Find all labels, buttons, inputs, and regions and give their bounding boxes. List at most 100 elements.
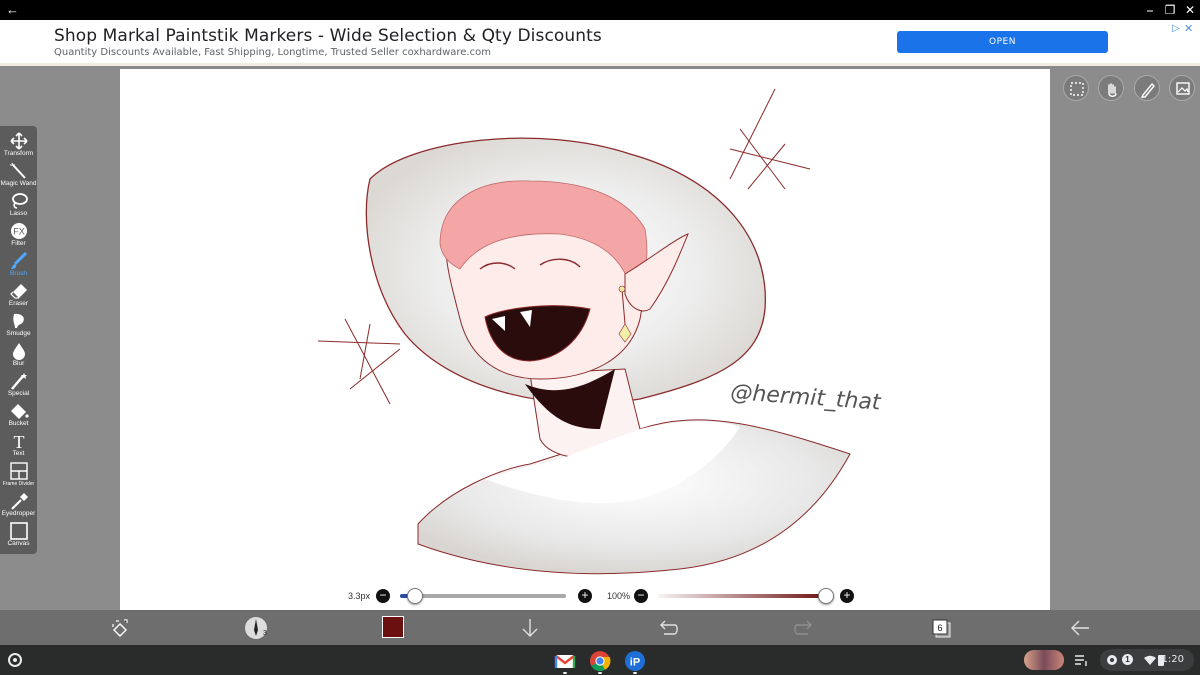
hand-tool-button[interactable] <box>1098 75 1124 101</box>
tool-transform[interactable]: Transform <box>0 130 37 160</box>
tool-blur[interactable]: Blur <box>0 340 37 370</box>
opacity-value: 100% <box>607 591 631 601</box>
window-titlebar: ← ⎯ ❐ ✕ <box>0 0 1200 20</box>
tool-label: Eraser <box>8 300 29 307</box>
tool-panel: Transform Magic Wand Lasso FX Filter Bru… <box>0 126 37 554</box>
quick-menu-button[interactable] <box>108 616 132 640</box>
text-icon: T <box>13 432 24 450</box>
brush-size-track[interactable] <box>400 594 566 598</box>
tool-label: Smudge <box>6 330 31 337</box>
eraser-icon <box>9 284 27 299</box>
gmail-icon <box>554 655 576 668</box>
brush-size-plus-button[interactable]: + <box>578 589 592 603</box>
filter-icon: FX <box>10 223 27 239</box>
tool-special[interactable]: Special <box>0 370 37 400</box>
color-swatch <box>382 616 404 638</box>
tool-frame-divider[interactable]: Frame Divider <box>0 460 37 490</box>
notification-count: 1 <box>1122 654 1133 665</box>
opacity-thumb[interactable] <box>818 588 834 604</box>
svg-text:iP: iP <box>630 657 640 669</box>
opacity-plus-button[interactable]: + <box>840 589 854 603</box>
smudge-icon <box>12 313 24 328</box>
back-button[interactable] <box>1068 616 1092 640</box>
selection-tool-button[interactable] <box>1063 75 1089 101</box>
tool-canvas[interactable]: Canvas <box>0 520 37 550</box>
back-arrow-icon[interactable]: ← <box>6 2 19 18</box>
restore-icon[interactable]: ❐ <box>1162 2 1178 18</box>
os-shelf: iP 1 1:20 <box>0 645 1200 675</box>
tool-text[interactable]: T Text <box>0 430 37 460</box>
minimize-icon[interactable]: ⎯ <box>1142 2 1158 18</box>
ad-open-button[interactable]: OPEN <box>897 31 1108 53</box>
brush-select-button[interactable]: 3 <box>244 616 268 640</box>
pen-tool-button[interactable] <box>1134 75 1160 101</box>
ad-banner[interactable]: Shop Markal Paintstik Markers - Wide Sel… <box>0 20 1200 66</box>
chrome-app[interactable] <box>589 650 611 672</box>
opacity-minus-button[interactable]: − <box>634 589 648 603</box>
holding-space-thumbnails[interactable] <box>1024 650 1064 670</box>
drawing-canvas[interactable]: @hermit_that <box>120 69 1050 610</box>
close-icon[interactable]: ✕ <box>1182 2 1198 18</box>
tool-lasso[interactable]: Lasso <box>0 190 37 220</box>
undo-button[interactable] <box>656 616 680 640</box>
eyedropper-icon <box>10 493 28 510</box>
layers-button[interactable]: 6 <box>930 616 954 640</box>
bucket-icon <box>10 404 29 419</box>
tool-eyedropper[interactable]: Eyedropper <box>0 490 37 520</box>
tool-eraser[interactable]: Eraser <box>0 280 37 310</box>
gmail-app[interactable] <box>554 650 576 672</box>
clock: 1:20 <box>1161 654 1184 665</box>
status-tray[interactable]: 1 1:20 <box>1100 649 1194 671</box>
svg-text:3: 3 <box>263 630 267 637</box>
color-swatch-button[interactable] <box>382 616 406 640</box>
svg-text:FX: FX <box>13 227 25 237</box>
redo-icon <box>794 620 812 635</box>
frame-divider-icon <box>9 462 28 480</box>
back-arrow-icon <box>1071 620 1089 636</box>
chrome-icon <box>590 651 611 672</box>
tool-magic-wand[interactable]: Magic Wand <box>0 160 37 190</box>
app-running-indicator <box>598 672 602 674</box>
brush-size-minus-button[interactable]: − <box>376 589 390 603</box>
tool-filter[interactable]: FX Filter <box>0 220 37 250</box>
launcher-icon[interactable] <box>8 653 22 667</box>
ibispaint-icon: iP <box>625 651 645 671</box>
quick-menu-icon <box>112 619 128 637</box>
undo-icon <box>660 620 678 635</box>
opacity-track[interactable] <box>658 594 828 598</box>
tool-label: Special <box>7 390 30 397</box>
tool-label: Canvas <box>7 540 30 547</box>
ad-title[interactable]: Shop Markal Paintstik Markers - Wide Sel… <box>54 26 602 46</box>
tool-brush[interactable]: Brush <box>0 250 37 280</box>
special-icon <box>10 373 27 390</box>
pen-icon <box>1140 82 1155 98</box>
tool-label: Bucket <box>8 420 29 427</box>
tool-label: Transform <box>3 150 34 157</box>
ad-choices-icon[interactable]: ▷ <box>1172 23 1180 34</box>
redo-button[interactable] <box>792 616 816 640</box>
ad-close-icon[interactable]: ✕ <box>1184 22 1193 35</box>
artwork: @hermit_that <box>317 88 883 575</box>
reference-tool-button[interactable] <box>1169 75 1195 101</box>
tool-bucket[interactable]: Bucket <box>0 400 37 430</box>
brush-preview-icon: 3 <box>245 617 267 639</box>
download-arrow-icon <box>522 619 538 637</box>
layers-icon: 6 <box>932 619 951 638</box>
transform-icon <box>9 132 28 150</box>
tool-label: Frame Divider <box>2 481 35 487</box>
svg-text:T: T <box>13 432 24 450</box>
selection-icon <box>1070 82 1084 96</box>
brush-size-thumb[interactable] <box>406 588 423 604</box>
app-running-indicator <box>633 672 637 674</box>
ad-subtitle: Quantity Discounts Available, Fast Shipp… <box>54 47 491 58</box>
svg-text:6: 6 <box>937 623 942 633</box>
ibispaint-app[interactable]: iP <box>624 650 646 672</box>
artwork-signature: @hermit_that <box>730 380 883 416</box>
blur-icon <box>12 343 25 360</box>
hand-icon <box>1108 83 1117 97</box>
tool-label: Blur <box>12 360 25 367</box>
download-button[interactable] <box>518 616 542 640</box>
tool-smudge[interactable]: Smudge <box>0 310 37 340</box>
media-queue-icon[interactable] <box>1074 653 1088 667</box>
lasso-icon <box>11 193 28 209</box>
